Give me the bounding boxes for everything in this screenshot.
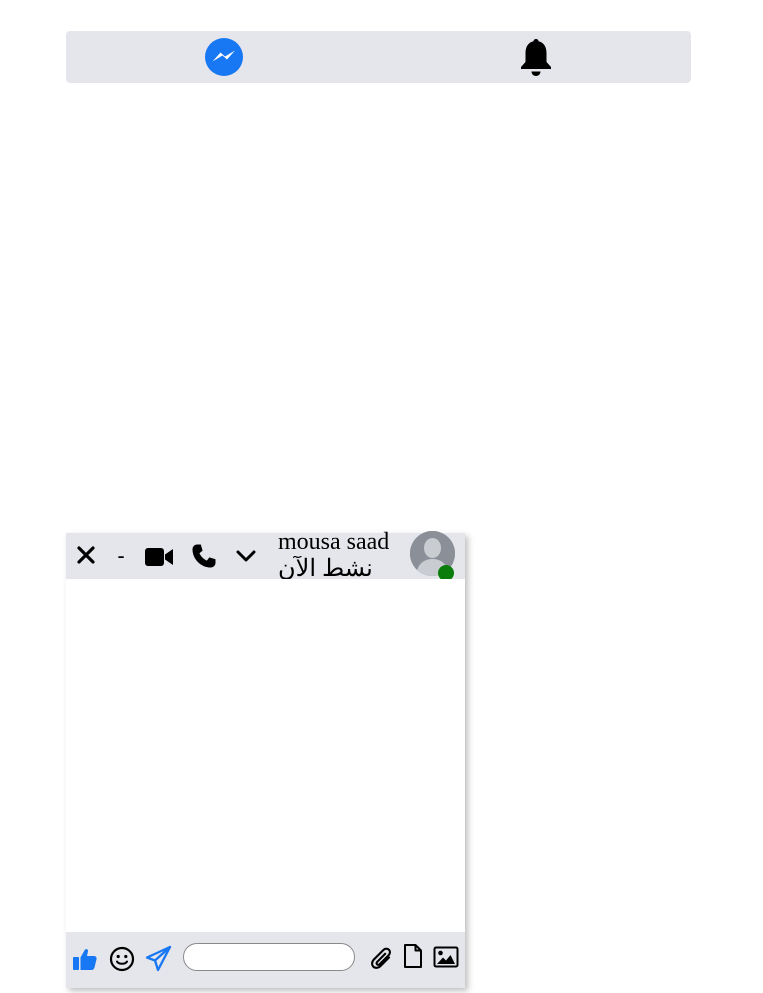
voice-call-button[interactable] (191, 543, 217, 569)
notifications-button[interactable] (516, 36, 556, 78)
close-chat-button[interactable] (76, 545, 96, 565)
image-button[interactable] (433, 946, 459, 968)
messenger-button[interactable] (204, 37, 244, 77)
chat-composer (66, 932, 465, 988)
video-camera-icon (145, 548, 173, 566)
attach-button[interactable] (370, 946, 394, 972)
thumbs-up-icon (73, 949, 97, 970)
file-button[interactable] (403, 943, 423, 969)
video-call-button[interactable] (144, 546, 174, 568)
image-icon (433, 946, 459, 968)
phone-icon (192, 544, 216, 568)
minimize-chat-button[interactable]: - (114, 541, 128, 571)
like-button[interactable] (72, 946, 98, 972)
top-bar (66, 31, 691, 83)
chat-options-button[interactable] (235, 548, 257, 564)
paper-plane-icon (145, 945, 172, 972)
chat-window: - mousa saad نشط الآن (66, 529, 465, 988)
send-button[interactable] (145, 945, 172, 972)
paperclip-icon (371, 947, 391, 969)
bell-icon (521, 39, 551, 76)
messenger-icon (205, 38, 243, 76)
chevron-down-icon (236, 550, 256, 562)
emoji-button[interactable] (109, 946, 135, 972)
file-icon (404, 944, 422, 968)
contact-name[interactable]: mousa saad (278, 529, 389, 555)
close-icon (77, 546, 95, 564)
contact-status: نشط الآن (278, 556, 373, 579)
smile-icon (109, 946, 135, 972)
chat-header: - mousa saad نشط الآن (66, 529, 465, 581)
message-area[interactable] (66, 579, 465, 932)
message-input[interactable] (183, 943, 355, 971)
